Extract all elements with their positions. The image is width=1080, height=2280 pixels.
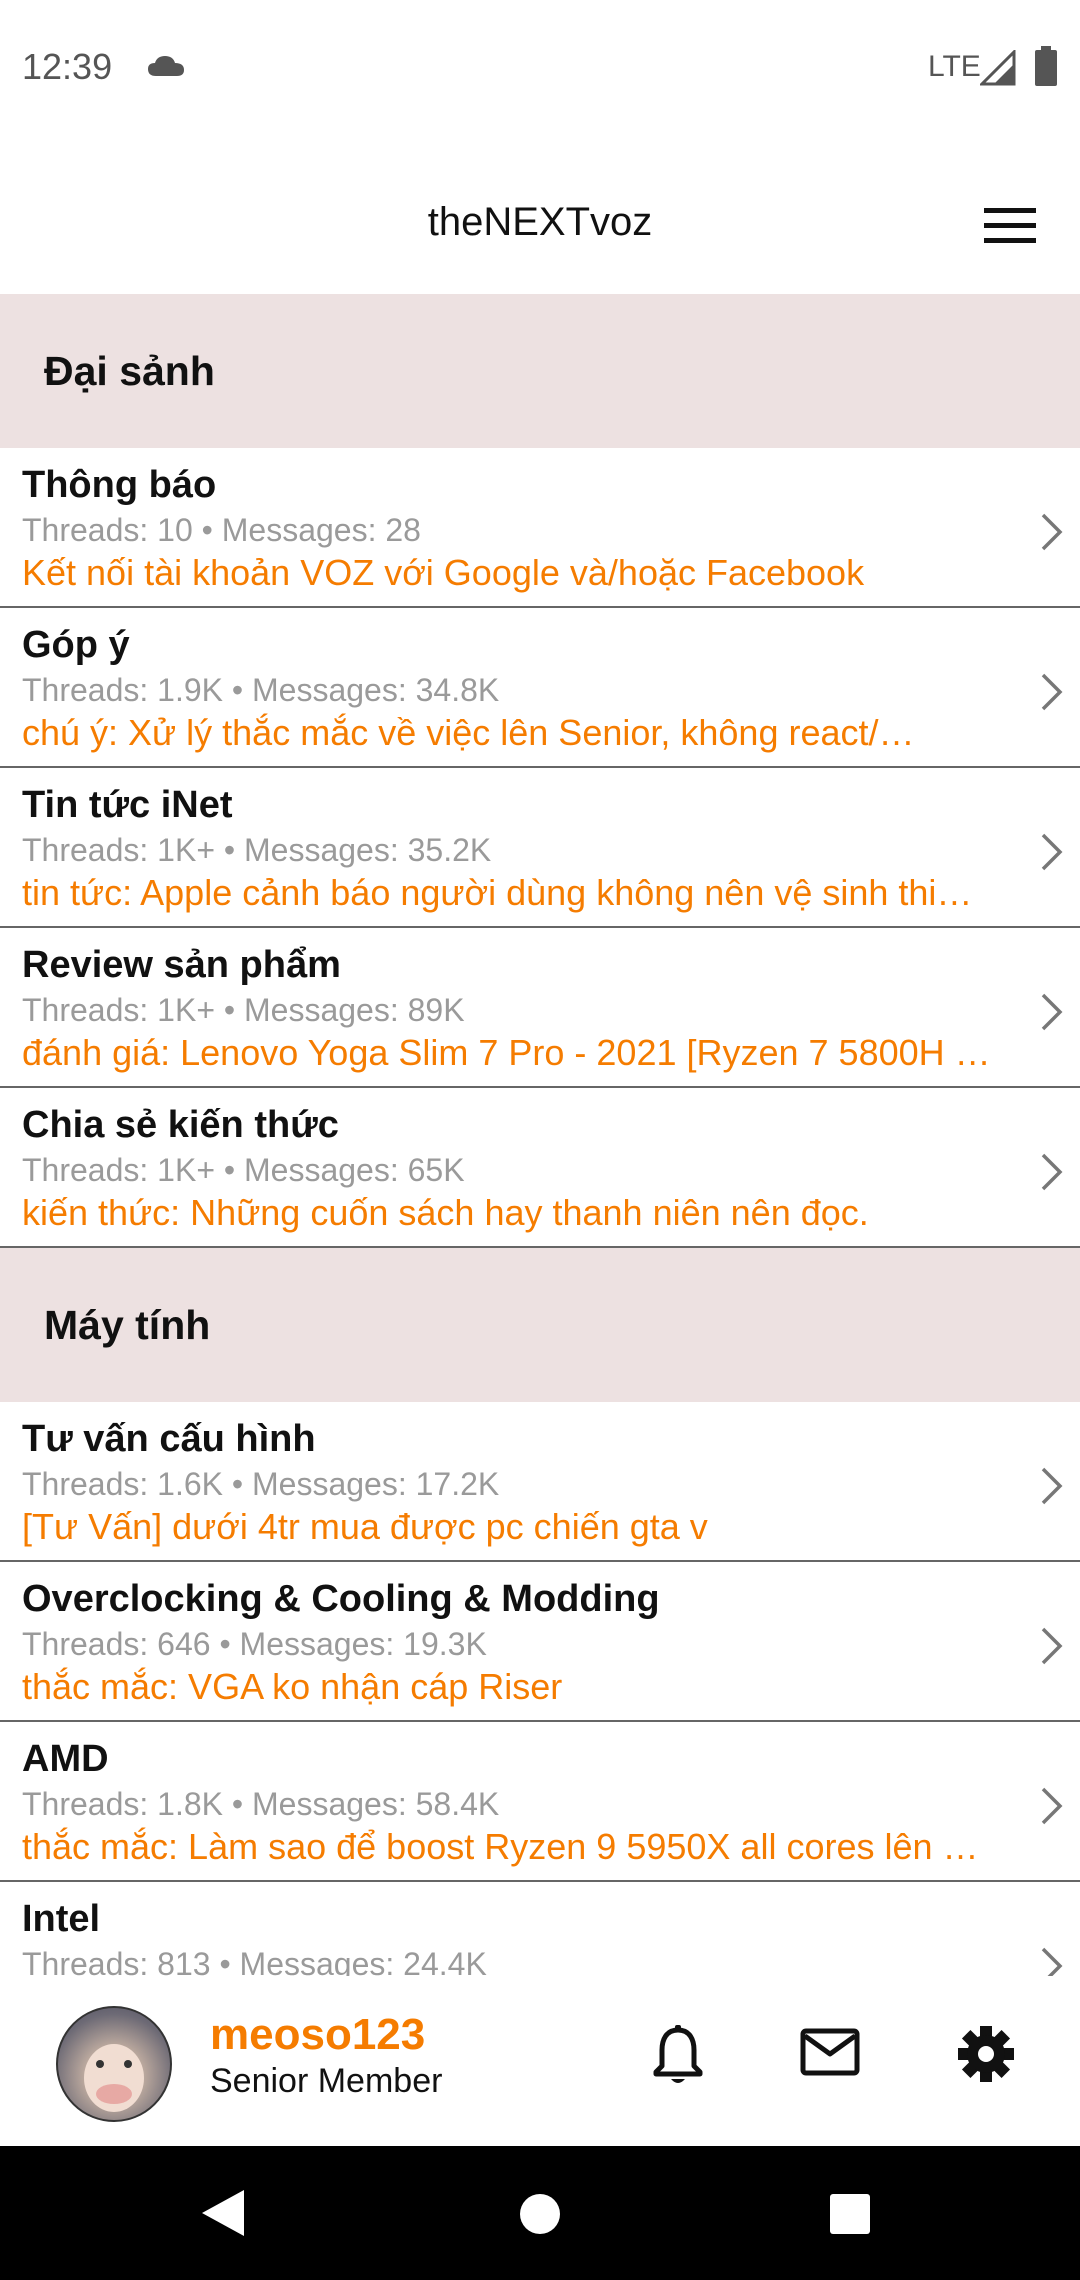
forum-row-review-san-pham[interactable]: Review sản phẩm Threads: 1K+ • Messages:… [0,928,1080,1088]
system-nav-bar [0,2146,1080,2280]
forum-title: Tư vấn cấu hình [22,1418,316,1460]
mail-icon[interactable] [800,2028,860,2076]
home-icon[interactable] [518,2192,562,2236]
back-icon[interactable] [200,2188,246,2238]
forum-latest-thread[interactable]: chú ý: Xử lý thắc mắc về việc lên Senior… [22,712,1022,754]
signal-icon [980,50,1016,86]
chevron-right-icon [1041,513,1063,551]
forum-title: Tin tức iNet [22,784,233,826]
gear-icon[interactable] [956,2024,1016,2084]
avatar-image [84,2044,144,2112]
app-bar: theNEXTvoz [0,136,1080,294]
section-title: Đại sảnh [44,348,215,394]
avatar[interactable] [56,2006,172,2122]
forum-stats: Threads: 1.8K • Messages: 58.4K [22,1786,500,1822]
status-network: LTE [928,50,981,83]
chevron-right-icon [1041,1467,1063,1505]
section-header-dai-sanh: Đại sảnh [0,294,1080,448]
forum-title: Review sản phẩm [22,944,341,986]
forum-row-overclocking[interactable]: Overclocking & Cooling & Modding Threads… [0,1562,1080,1722]
forum-latest-thread[interactable]: thắc mắc: Làm sao để boost Ryzen 9 5950X… [22,1826,1022,1868]
forum-row-amd[interactable]: AMD Threads: 1.8K • Messages: 58.4K thắc… [0,1722,1080,1882]
forum-title: Chia sẻ kiến thức [22,1104,339,1146]
forum-title: Intel [22,1898,101,1940]
forum-latest-thread[interactable]: thắc mắc: VGA ko nhận cáp Riser [22,1666,1022,1708]
forum-stats: Threads: 813 • Messages: 24.4K [22,1946,487,1976]
forum-latest-thread[interactable]: kiến thức: Những cuốn sách hay thanh niê… [22,1192,1022,1234]
bell-icon[interactable] [650,2024,706,2088]
status-time: 12:39 [22,46,113,87]
forum-list[interactable]: Đại sảnh Thông báo Threads: 10 • Message… [0,294,1080,1976]
forum-row-tin-tuc-inet[interactable]: Tin tức iNet Threads: 1K+ • Messages: 35… [0,768,1080,928]
chevron-right-icon [1041,1947,1063,1976]
forum-row-intel[interactable]: Intel Threads: 813 • Messages: 24.4K [0,1882,1080,1976]
chevron-right-icon [1041,1153,1063,1191]
app-title: theNEXTvoz [427,200,653,244]
user-bar: meoso123 Senior Member [0,1976,1080,2146]
forum-row-thong-bao[interactable]: Thông báo Threads: 10 • Messages: 28 Kết… [0,448,1080,608]
forum-stats: Threads: 646 • Messages: 19.3K [22,1626,487,1662]
username[interactable]: meoso123 [210,2010,425,2060]
forum-stats: Threads: 1K+ • Messages: 35.2K [22,832,492,868]
chevron-right-icon [1041,833,1063,871]
forum-stats: Threads: 1K+ • Messages: 65K [22,1152,465,1188]
status-bar: 12:39 LTE [0,0,1080,136]
forum-latest-thread[interactable]: tin tức: Apple cảnh báo người dùng không… [22,872,1022,914]
recent-apps-icon[interactable] [828,2192,872,2236]
user-rank: Senior Member [210,2062,443,2100]
forum-row-tu-van-cau-hinh[interactable]: Tư vấn cấu hình Threads: 1.6K • Messages… [0,1402,1080,1562]
forum-latest-thread[interactable]: [Tư Vấn] dưới 4tr mua được pc chiến gta … [22,1506,1022,1548]
forum-stats: Threads: 1.9K • Messages: 34.8K [22,672,500,708]
forum-row-chia-se-kien-thuc[interactable]: Chia sẻ kiến thức Threads: 1K+ • Message… [0,1088,1080,1248]
chevron-right-icon [1041,673,1063,711]
section-header-may-tinh: Máy tính [0,1248,1080,1402]
forum-stats: Threads: 1.6K • Messages: 17.2K [22,1466,500,1502]
forum-latest-thread[interactable]: đánh giá: Lenovo Yoga Slim 7 Pro - 2021 … [22,1032,1022,1074]
cloud-icon [148,56,184,76]
forum-title: Thông báo [22,464,217,506]
chevron-right-icon [1041,1787,1063,1825]
forum-title: AMD [22,1738,109,1780]
forum-title: Overclocking & Cooling & Modding [22,1578,660,1620]
forum-title: Góp ý [22,624,130,666]
chevron-right-icon [1041,993,1063,1031]
hamburger-menu-icon[interactable] [984,206,1036,246]
chevron-right-icon [1041,1627,1063,1665]
forum-stats: Threads: 1K+ • Messages: 89K [22,992,465,1028]
forum-stats: Threads: 10 • Messages: 28 [22,512,421,548]
battery-icon [1035,46,1057,86]
forum-latest-thread[interactable]: Kết nối tài khoản VOZ với Google và/hoặc… [22,552,1022,594]
forum-row-gop-y[interactable]: Góp ý Threads: 1.9K • Messages: 34.8K ch… [0,608,1080,768]
section-title: Máy tính [44,1302,211,1348]
